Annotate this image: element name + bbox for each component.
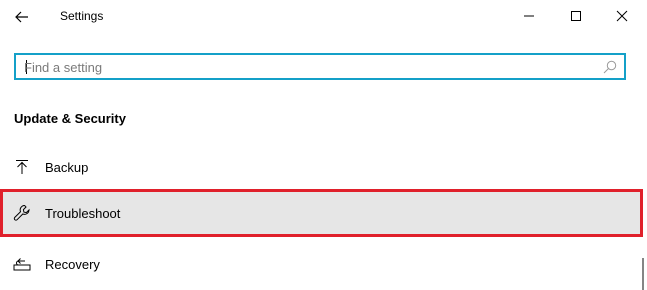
nav-item-label: Recovery xyxy=(45,256,100,272)
nav-item-label: Troubleshoot xyxy=(45,205,121,221)
nav-item-recovery[interactable]: Recovery xyxy=(0,240,643,288)
search-icon[interactable] xyxy=(602,59,618,75)
back-arrow-icon xyxy=(15,11,28,23)
recovery-icon xyxy=(12,254,32,274)
close-button[interactable] xyxy=(599,0,645,32)
scrollbar-thumb[interactable] xyxy=(642,258,644,290)
nav-item-backup[interactable]: Backup xyxy=(0,143,643,191)
maximize-button[interactable] xyxy=(553,0,599,32)
close-icon xyxy=(616,10,628,22)
wrench-icon xyxy=(12,203,32,223)
backup-arrow-up-icon xyxy=(12,157,32,177)
search-box[interactable] xyxy=(14,53,626,80)
title-bar: Settings xyxy=(0,0,647,34)
search-input[interactable] xyxy=(24,58,594,76)
maximize-icon xyxy=(571,11,581,21)
nav-item-troubleshoot[interactable]: Troubleshoot xyxy=(0,189,643,237)
back-button[interactable] xyxy=(0,0,44,34)
nav-item-label: Backup xyxy=(45,159,89,175)
window-title: Settings xyxy=(60,9,104,23)
section-heading: Update & Security xyxy=(14,111,126,126)
minimize-icon xyxy=(524,15,534,17)
minimize-button[interactable] xyxy=(506,0,552,32)
settings-window: Settings Update & Security xyxy=(0,0,647,290)
